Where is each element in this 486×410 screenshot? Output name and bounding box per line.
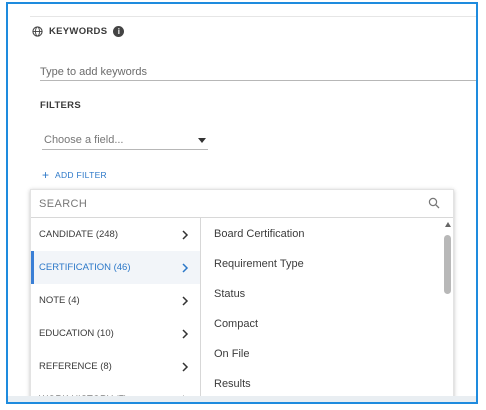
field-list: Board Certification Requirement Type Sta…	[202, 218, 453, 402]
top-divider	[30, 16, 476, 17]
chevron-right-icon	[182, 229, 189, 240]
chevron-right-icon	[182, 262, 189, 273]
category-label: NOTE (4)	[39, 295, 80, 306]
field-item[interactable]: On File	[214, 348, 249, 360]
add-filter-button[interactable]: + ADD FILTER	[42, 168, 107, 182]
choose-field-placeholder: Choose a field...	[44, 134, 124, 146]
scroll-up-icon[interactable]	[445, 222, 451, 227]
field-item[interactable]: Status	[214, 288, 245, 300]
field-item[interactable]: Board Certification	[214, 228, 305, 240]
category-item-certification[interactable]: CERTIFICATION (46)	[31, 251, 200, 284]
field-item[interactable]: Compact	[214, 318, 258, 330]
info-icon[interactable]: i	[113, 26, 125, 37]
keywords-input[interactable]	[40, 64, 476, 81]
search-input[interactable]	[39, 196, 419, 212]
category-item-reference[interactable]: REFERENCE (8)	[31, 350, 200, 383]
category-label: REFERENCE (8)	[39, 361, 112, 372]
category-list: CANDIDATE (248) CERTIFICATION (46) NOTE …	[31, 218, 201, 402]
chevron-right-icon	[182, 295, 189, 306]
scrollbar-thumb[interactable]	[444, 235, 451, 294]
category-label: CANDIDATE (248)	[39, 229, 119, 240]
dropdown-search	[31, 190, 453, 218]
footer-strip	[8, 396, 476, 402]
chevron-right-icon	[182, 361, 189, 372]
app-frame: KEYWORDS i FILTERS Choose a field... + A…	[6, 2, 478, 404]
chevron-right-icon	[182, 328, 189, 339]
field-item[interactable]: Requirement Type	[214, 258, 304, 270]
keywords-title: KEYWORDS	[49, 26, 108, 37]
category-item-education[interactable]: EDUCATION (10)	[31, 317, 200, 350]
chevron-down-icon	[198, 137, 206, 143]
category-item-candidate[interactable]: CANDIDATE (248)	[31, 218, 200, 251]
category-item-note[interactable]: NOTE (4)	[31, 284, 200, 317]
choose-field-select[interactable]: Choose a field...	[42, 131, 208, 150]
field-item[interactable]: Results	[214, 378, 251, 390]
search-icon[interactable]	[428, 197, 440, 209]
globe-icon	[32, 26, 43, 37]
filters-title: FILTERS	[40, 100, 81, 111]
category-label: EDUCATION (10)	[39, 328, 114, 339]
field-list-scrollbar[interactable]	[444, 222, 452, 402]
plus-icon: +	[42, 168, 50, 182]
category-label: CERTIFICATION (46)	[39, 262, 131, 273]
add-filter-label: ADD FILTER	[55, 170, 107, 180]
keywords-header: KEYWORDS i	[32, 26, 125, 37]
field-picker-dropdown: CANDIDATE (248) CERTIFICATION (46) NOTE …	[30, 189, 454, 402]
